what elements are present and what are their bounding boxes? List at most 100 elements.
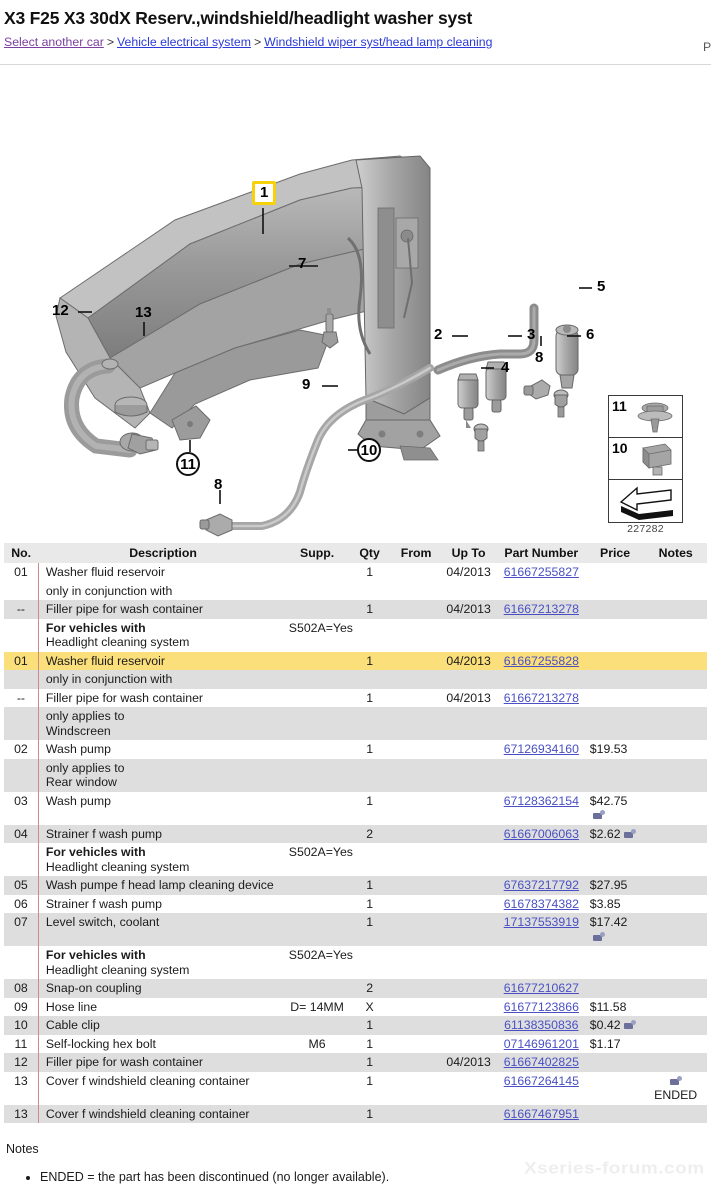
part-number-link[interactable]: 61677210627: [504, 981, 579, 995]
diagram-callout-5[interactable]: 5: [597, 278, 605, 295]
diagram-thumb-10[interactable]: 10: [609, 438, 682, 480]
diagram-callout-10[interactable]: 10: [357, 438, 381, 462]
diagram-callout-9[interactable]: 9: [302, 376, 310, 393]
cell-description: Washer fluid reservoir: [37, 563, 285, 582]
cell-up-to: [442, 758, 495, 792]
add-to-cart-icon[interactable]: [592, 810, 605, 820]
diagram-callout-8-upper[interactable]: 8: [535, 349, 543, 366]
diagram-callout-11[interactable]: 11: [176, 452, 200, 476]
part-number-link[interactable]: 61667255828: [504, 654, 579, 668]
cell-description: Self-locking hex bolt: [37, 1034, 285, 1053]
diagram-callout-13[interactable]: 13: [135, 304, 152, 321]
table-row[interactable]: 01 Washer fluid reservoir 1 04/2013 61667255…: [4, 563, 707, 582]
parts-table: No. Description Supp. Qty From Up To Par…: [4, 543, 707, 1123]
cell-description: only applies to Windscreen: [37, 707, 285, 740]
cell-no: [4, 843, 39, 876]
cell-notes: [644, 600, 707, 619]
cell-no: 13: [4, 1071, 39, 1105]
part-number-link[interactable]: 61667006063: [504, 827, 579, 841]
breadcrumb-link-select-another-car[interactable]: Select another car: [4, 35, 104, 49]
table-row[interactable]: For vehicles with Headlight cleaning syst…: [4, 946, 707, 979]
col-header-supp[interactable]: Supp.: [284, 543, 350, 563]
table-row[interactable]: 06 Strainer f wash pump 1 61678374382 $3.85: [4, 894, 707, 913]
table-row[interactable]: only applies to Rear window: [4, 758, 707, 792]
col-header-no[interactable]: No.: [4, 543, 39, 563]
cell-description: only in conjunction with: [37, 670, 285, 689]
table-row[interactable]: 09 Hose line D= 14MM X 61677123866 $11.58: [4, 997, 707, 1016]
cell-supp: [284, 740, 350, 759]
table-row[interactable]: -- Filler pipe for wash container 1 04/2013…: [4, 600, 707, 619]
diagram-callout-12[interactable]: 12: [52, 302, 69, 319]
description-line-2: Headlight cleaning system: [45, 962, 190, 977]
add-to-cart-icon[interactable]: [623, 1020, 636, 1030]
table-row[interactable]: only in conjunction with: [4, 581, 707, 600]
parts-diagram[interactable]: 1 2 3 4 5 6 7 8 8 9 10 11 12 13 11 10 22…: [0, 68, 711, 538]
cell-part-number: [494, 758, 588, 792]
part-number-link[interactable]: 61677123866: [504, 1000, 579, 1014]
diagram-callout-7[interactable]: 7: [298, 255, 306, 272]
col-header-up-to[interactable]: Up To: [442, 543, 495, 563]
cell-supp: [284, 824, 350, 843]
diagram-callout-6[interactable]: 6: [586, 326, 594, 343]
col-header-price[interactable]: Price: [587, 543, 645, 563]
table-row[interactable]: 04 Strainer f wash pump 2 61667006063 $2.62: [4, 824, 707, 843]
table-row[interactable]: 07 Level switch, coolant 1 17137553919 $17.4…: [4, 913, 707, 946]
table-row[interactable]: only in conjunction with: [4, 670, 707, 689]
table-row[interactable]: 12 Filler pipe for wash container 1 04/2013…: [4, 1053, 707, 1072]
cell-price: [587, 651, 645, 670]
part-number-link[interactable]: 61667402825: [504, 1055, 579, 1069]
table-row[interactable]: 03 Wash pump 1 67128362154 $42.75: [4, 791, 707, 825]
cell-supp: [284, 651, 350, 670]
col-header-qty[interactable]: Qty: [349, 543, 390, 563]
diagram-callout-2[interactable]: 2: [434, 326, 442, 343]
table-row[interactable]: 05 Wash pumpe f head lamp cleaning device…: [4, 876, 707, 895]
col-header-from[interactable]: From: [389, 543, 443, 563]
part-number-link[interactable]: 61667213278: [504, 691, 579, 705]
table-row[interactable]: 13 Cover f windshield cleaning container 1…: [4, 1104, 707, 1123]
table-row[interactable]: -- Filler pipe for wash container 1 04/2013…: [4, 688, 707, 707]
add-to-cart-icon[interactable]: [623, 828, 636, 839]
description-line-1: For vehicles with: [45, 620, 146, 635]
diagram-thumb-11[interactable]: 11: [609, 396, 682, 438]
table-row[interactable]: 11 Self-locking hex bolt M6 1 07146961201 $1.…: [4, 1034, 707, 1053]
part-number-link[interactable]: 67637217792: [504, 878, 579, 892]
table-row[interactable]: 01 Washer fluid reservoir 1 04/2013 61667255…: [4, 651, 707, 670]
diagram-thumb-view-arrow[interactable]: [609, 480, 682, 522]
table-row[interactable]: 13 Cover f windshield cleaning container 1…: [4, 1071, 707, 1105]
add-to-cart-icon[interactable]: [669, 1075, 682, 1086]
part-number-link[interactable]: 17137553919: [504, 915, 579, 929]
table-row[interactable]: only applies to Windscreen: [4, 707, 707, 740]
table-row[interactable]: 10 Cable clip 1 61138350836 $0.42: [4, 1016, 707, 1035]
cell-no: 11: [4, 1034, 39, 1053]
breadcrumb-link-windshield-wiper-syst[interactable]: Windshield wiper syst/head lamp cleaning: [264, 35, 492, 49]
part-number-link[interactable]: 61667213278: [504, 602, 579, 616]
cell-notes: [644, 876, 707, 895]
cell-no: --: [4, 688, 39, 707]
cell-part-number: 61667402825: [494, 1053, 588, 1072]
diagram-callout-3[interactable]: 3: [527, 326, 535, 343]
cell-qty: [349, 618, 390, 652]
breadcrumb-link-vehicle-electrical-system[interactable]: Vehicle electrical system: [117, 35, 251, 49]
cell-up-to: 04/2013: [442, 600, 495, 619]
diagram-callout-8-lower[interactable]: 8: [214, 476, 222, 493]
part-number-link[interactable]: 61138350836: [504, 1018, 578, 1032]
part-number-link[interactable]: 61678374382: [504, 897, 579, 911]
part-number-link[interactable]: 07146961201: [504, 1037, 579, 1051]
diagram-callout-4[interactable]: 4: [501, 359, 509, 376]
cell-notes: [644, 670, 707, 689]
description-line-1: Wash pump: [45, 793, 111, 808]
part-number-link[interactable]: 67128362154: [504, 794, 579, 808]
table-row[interactable]: For vehicles with Headlight cleaning syst…: [4, 843, 707, 876]
part-number-link[interactable]: 61667264145: [504, 1074, 579, 1088]
part-number-link[interactable]: 61667255827: [504, 565, 579, 579]
part-number-link[interactable]: 61667467951: [504, 1107, 579, 1121]
col-header-part-number[interactable]: Part Number: [494, 543, 588, 563]
col-header-description[interactable]: Description: [38, 543, 285, 563]
diagram-callout-1[interactable]: 1: [252, 181, 277, 205]
part-number-link[interactable]: 67126934160: [504, 742, 579, 756]
add-to-cart-icon[interactable]: [592, 931, 605, 942]
col-header-notes[interactable]: Notes: [644, 543, 707, 563]
table-row[interactable]: 02 Wash pump 1 67126934160 $19.53: [4, 740, 707, 759]
table-row[interactable]: For vehicles with Headlight cleaning syst…: [4, 618, 707, 652]
table-row[interactable]: 08 Snap-on coupling 2 61677210627: [4, 979, 707, 998]
